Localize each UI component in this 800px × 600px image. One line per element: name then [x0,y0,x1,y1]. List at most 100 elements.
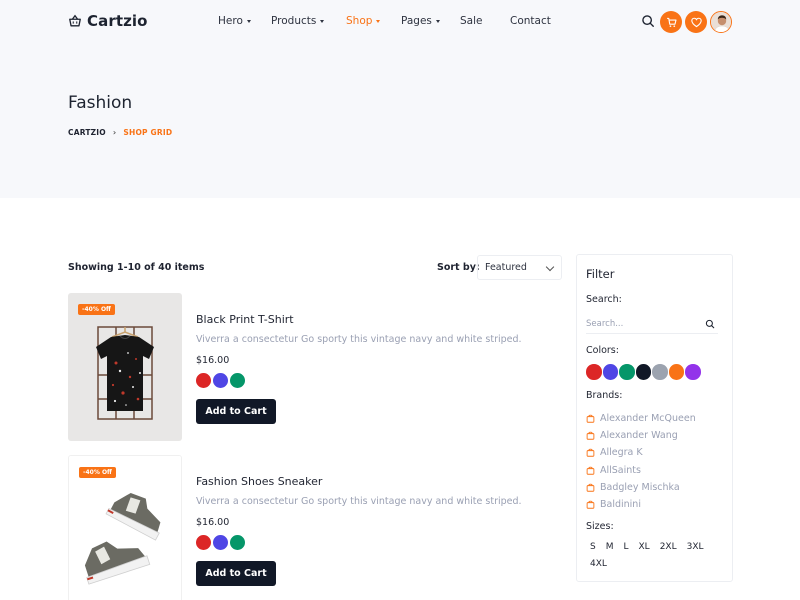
caret-down-icon [320,20,325,23]
brand-item[interactable]: AllSaints [586,462,696,479]
brand-label: AllSaints [600,464,641,476]
breadcrumb-current: SHOP GRID [123,128,173,137]
product-name[interactable]: Fashion Shoes Sneaker [196,475,322,488]
search-label: Search: [586,294,622,305]
sort-value: Featured [485,262,527,273]
add-to-cart-button[interactable]: Add to Cart [196,561,276,586]
filter-title: Filter [586,267,615,281]
color-filter-orange[interactable] [668,364,684,380]
page-header: Cartzio Hero Products Shop Pages Sale Co… [0,0,800,198]
product-description: Viverra a consectetur Go sporty this vin… [196,496,522,507]
product-price: $16.00 [196,355,230,366]
page-title: Fashion [68,93,133,113]
breadcrumb-separator: › [112,128,117,137]
caret-down-icon [246,20,251,23]
nav-label: Sale [460,15,483,27]
color-filter-red[interactable] [586,364,602,380]
search-icon[interactable] [705,319,715,329]
brand-item[interactable]: Alexander Wang [586,427,696,444]
sort-label: Sort by: [437,262,480,273]
nav-item-sale[interactable]: Sale [460,15,482,27]
basket-icon [69,14,81,27]
nav-item-shop[interactable]: Shop [346,15,381,27]
caret-down-icon [435,20,440,23]
heart-icon [690,17,702,27]
size-option[interactable]: 2XL [656,540,681,554]
color-swatches [196,535,245,550]
size-option[interactable]: S [586,540,600,554]
shopping-bag-icon [586,431,595,440]
product-name[interactable]: Black Print T-Shirt [196,313,294,326]
brand-label: Baldinini [600,499,641,511]
brand-label: Alexander Wang [600,430,678,442]
search-icon[interactable] [641,14,655,28]
brand-item[interactable]: Baldinini [586,496,696,513]
product-price: $16.00 [196,517,230,528]
breadcrumb: CARTZIO › SHOP GRID [68,128,172,137]
size-option[interactable]: M [602,540,618,554]
sizes-label: Sizes: [586,521,614,532]
filter-search-input[interactable]: Search... [586,314,718,334]
color-swatch-red[interactable] [196,373,211,388]
brand-label: Allegra K [600,447,643,459]
brand-label: Badgley Mischka [600,481,680,493]
color-swatch-green[interactable] [230,535,245,550]
color-filter-gray[interactable] [652,364,668,380]
search-placeholder: Search... [586,319,624,329]
shopping-bag-icon [586,500,595,509]
color-swatch-indigo[interactable] [213,373,228,388]
color-filter-indigo[interactable] [602,364,618,380]
color-filter-black[interactable] [635,364,651,380]
result-count: Showing 1-10 of 40 items [68,262,205,273]
size-option[interactable]: L [619,540,632,554]
brand-list: Alexander McQueen Alexander Wang Allegra… [586,410,696,513]
color-filter-purple[interactable] [685,364,701,380]
breadcrumb-home[interactable]: CARTZIO [68,128,106,137]
color-filter [586,364,701,380]
wishlist-button[interactable] [685,11,707,33]
sort-select[interactable]: Featured [477,255,562,280]
shopping-bag-icon [586,466,595,475]
colors-label: Colors: [586,345,619,356]
nav-item-products[interactable]: Products [271,15,325,27]
avatar[interactable] [710,11,732,33]
product-image[interactable]: -40% Off [68,455,182,600]
tshirt-image [68,293,182,441]
size-option[interactable]: 4XL [586,557,611,571]
cart-icon [666,17,677,27]
size-option[interactable]: XL [635,540,654,554]
add-to-cart-button[interactable]: Add to Cart [196,399,276,424]
brands-label: Brands: [586,390,623,401]
shopping-bag-icon [586,449,595,458]
color-swatches [196,373,245,388]
nav-label: Contact [510,15,551,27]
nav-item-contact[interactable]: Contact [510,15,551,27]
chevron-down-icon [545,262,555,272]
color-filter-green[interactable] [619,364,635,380]
caret-down-icon [376,20,381,23]
product-image[interactable]: -40% Off [68,293,182,441]
discount-badge: -40% Off [78,304,115,315]
product-card: -40% Off Black Print T-Shirt Viverra a c… [68,293,568,443]
nav-label: Shop [346,15,373,27]
nav-item-hero[interactable]: Hero [218,15,251,27]
shopping-bag-icon [586,483,595,492]
product-description: Viverra a consectetur Go sporty this vin… [196,334,522,345]
color-swatch-red[interactable] [196,535,211,550]
cart-button[interactable] [660,11,682,33]
brand-item[interactable]: Badgley Mischka [586,479,696,496]
color-swatch-green[interactable] [230,373,245,388]
size-filter: S M L XL 2XL 3XL 4XL [586,540,726,571]
logo[interactable]: Cartzio [68,12,148,30]
brand-label: Alexander McQueen [600,413,696,425]
filter-panel: Filter Search: Search... Colors: Brands:… [576,254,733,582]
nav-label: Products [271,15,317,27]
color-swatch-indigo[interactable] [213,535,228,550]
discount-badge: -40% Off [79,467,116,478]
brand-item[interactable]: Allegra K [586,444,696,461]
nav-item-pages[interactable]: Pages [401,15,440,27]
size-option[interactable]: 3XL [683,540,708,554]
logo-text: Cartzio [87,12,148,30]
brand-item[interactable]: Alexander McQueen [586,410,696,427]
user-avatar-icon [711,12,731,32]
